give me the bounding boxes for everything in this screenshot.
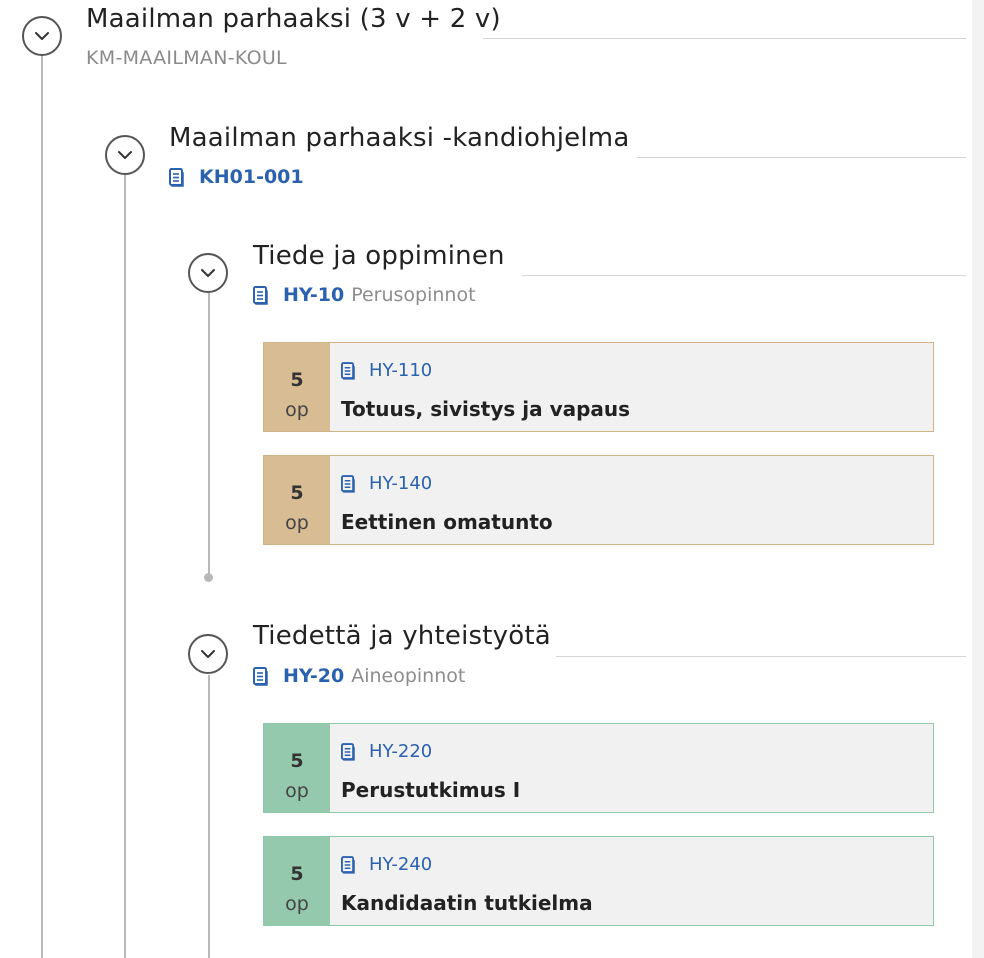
course-card-hy-140[interactable]: 5 op HY-140 Eettinen omatunto	[263, 455, 934, 545]
scrollbar-track[interactable]	[972, 0, 984, 958]
credits-unit: op	[285, 893, 309, 915]
course-code-link[interactable]: HY-140	[369, 473, 432, 494]
course-name: Perustutkimus I	[341, 778, 521, 802]
document-icon	[341, 362, 355, 380]
module-1-type: Perusopinnot	[351, 284, 476, 306]
credits-unit: op	[285, 512, 309, 534]
credits-badge: 5 op	[264, 456, 330, 544]
title-rule	[556, 656, 966, 657]
programme-title: Maailman parhaaksi (3 v + 2 v)	[86, 4, 501, 34]
document-icon	[341, 475, 355, 493]
course-code: HY-110	[341, 360, 432, 381]
module-2-code: HY-20 Aineopinnot	[253, 665, 465, 687]
collapse-toggle-degree[interactable]	[105, 135, 145, 175]
credits-badge: 5 op	[264, 724, 330, 812]
credits-value: 5	[290, 369, 304, 391]
course-card-hy-240[interactable]: 5 op HY-240 Kandidaatin tutkielma	[263, 836, 934, 926]
chevron-down-icon	[199, 264, 217, 282]
module-2-type: Aineopinnot	[351, 665, 466, 687]
chevron-down-icon	[33, 27, 51, 45]
course-code: HY-140	[341, 473, 432, 494]
module-1-title: Tiede ja oppiminen	[253, 241, 505, 271]
course-name: Eettinen omatunto	[341, 510, 553, 534]
title-rule	[637, 157, 966, 158]
module-1-code: HY-10 Perusopinnot	[253, 284, 476, 306]
course-card-hy-110[interactable]: 5 op HY-110 Totuus, sivistys ja vapaus	[263, 342, 934, 432]
credits-badge: 5 op	[264, 343, 330, 431]
title-rule	[522, 275, 966, 276]
credits-badge: 5 op	[264, 837, 330, 925]
course-card-hy-220[interactable]: 5 op HY-220 Perustutkimus I	[263, 723, 934, 813]
chevron-down-icon	[199, 645, 217, 663]
programme-code-text: KM-MAAILMAN-KOUL	[86, 47, 287, 69]
tree-line-module-2	[208, 675, 210, 958]
tree-line-module-1	[208, 293, 210, 575]
title-rule	[483, 38, 966, 39]
degree-code: KH01-001	[169, 166, 304, 188]
course-code-link[interactable]: HY-110	[369, 360, 432, 381]
module-2-code-link[interactable]: HY-20	[283, 665, 344, 687]
tree-line-end-dot	[204, 573, 213, 582]
credits-unit: op	[285, 399, 309, 421]
document-icon	[253, 286, 268, 305]
credits-value: 5	[290, 750, 304, 772]
programme-code: KM-MAAILMAN-KOUL	[86, 47, 287, 69]
collapse-toggle-module-1[interactable]	[188, 253, 228, 293]
credits-value: 5	[290, 482, 304, 504]
course-name: Kandidaatin tutkielma	[341, 891, 593, 915]
module-1-code-link[interactable]: HY-10	[283, 284, 344, 306]
course-code: HY-240	[341, 854, 432, 875]
document-icon	[341, 856, 355, 874]
credits-unit: op	[285, 780, 309, 802]
course-code-link[interactable]: HY-220	[369, 741, 432, 762]
course-code: HY-220	[341, 741, 432, 762]
collapse-toggle-module-2[interactable]	[188, 634, 228, 674]
course-code-link[interactable]: HY-240	[369, 854, 432, 875]
module-2-title: Tiedettä ja yhteistyötä	[253, 621, 551, 651]
tree-line-degree	[124, 175, 126, 958]
document-icon	[169, 168, 184, 187]
collapse-toggle-programme[interactable]	[22, 16, 62, 56]
credits-value: 5	[290, 863, 304, 885]
tree-line-programme	[41, 55, 43, 958]
course-name: Totuus, sivistys ja vapaus	[341, 397, 631, 421]
chevron-down-icon	[116, 146, 134, 164]
degree-title: Maailman parhaaksi -kandiohjelma	[169, 123, 630, 153]
document-icon	[253, 667, 268, 686]
document-icon	[341, 743, 355, 761]
degree-code-link[interactable]: KH01-001	[199, 166, 304, 188]
